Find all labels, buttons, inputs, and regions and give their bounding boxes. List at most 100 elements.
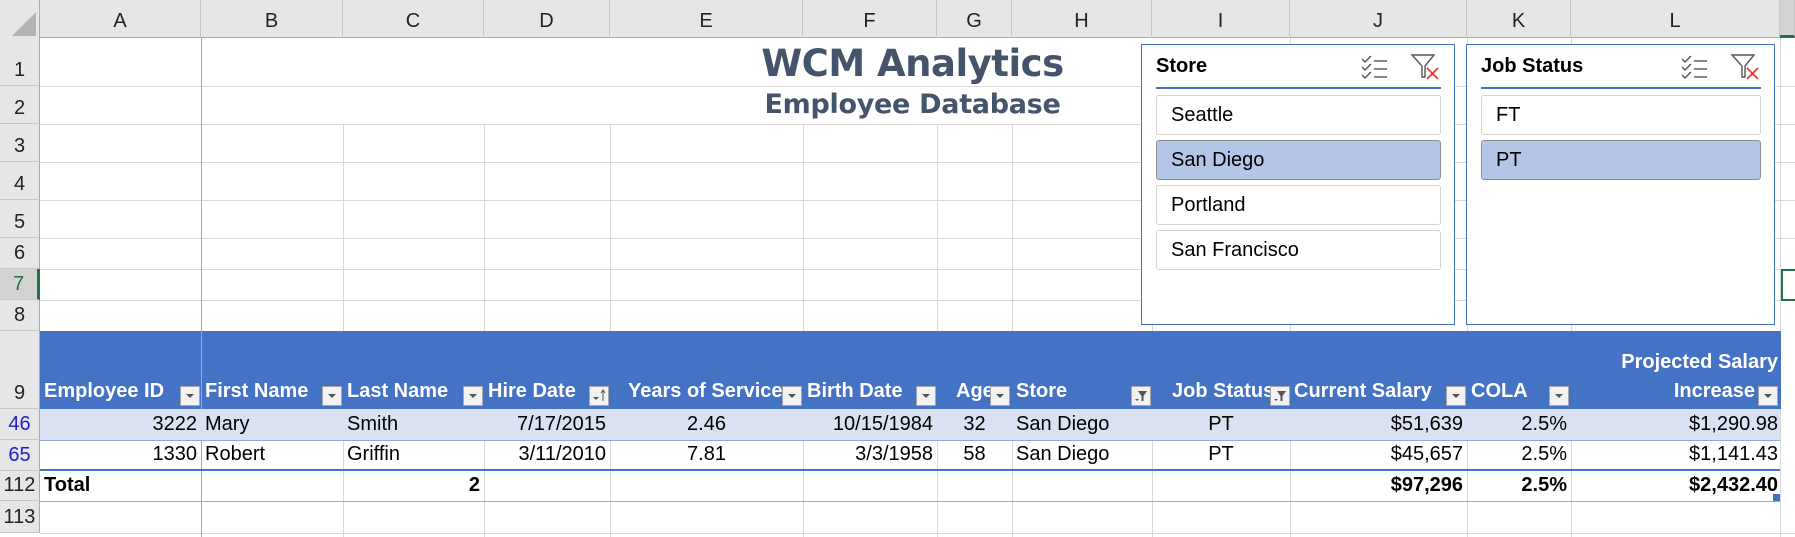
store-slicer-title: Store <box>1156 55 1208 77</box>
gridline <box>40 533 1795 534</box>
header-years-of-service: Years of Service <box>628 380 783 402</box>
filter-dropdown-cola[interactable] <box>1549 386 1569 406</box>
row-header-3[interactable]: 3 <box>0 124 40 162</box>
cell-hire-date[interactable]: 7/17/2015 <box>484 413 606 436</box>
cell-current-salary[interactable]: $45,657 <box>1290 443 1463 466</box>
row-header-65[interactable]: 65 <box>0 440 40 471</box>
row-header-46[interactable]: 46 <box>0 409 40 440</box>
slicer-item-portland[interactable]: Portland <box>1156 185 1441 225</box>
total-count[interactable]: 2 <box>343 474 480 497</box>
header-employee-id: Employee ID <box>44 380 165 402</box>
report-title: WCM Analytics <box>761 42 1064 85</box>
slicer-item-seattle[interactable]: Seattle <box>1156 95 1441 135</box>
slicer-item-pt[interactable]: PT <box>1481 140 1761 180</box>
column-header-a[interactable]: A <box>40 0 201 38</box>
column-header-b[interactable]: B <box>201 0 343 38</box>
filter-dropdown-employee-id[interactable] <box>180 386 200 406</box>
cell-projected-increase[interactable]: $1,141.43 <box>1571 443 1778 466</box>
active-cell-m7[interactable] <box>1781 269 1795 301</box>
row-header-7[interactable]: 7 <box>0 269 40 300</box>
row-divider <box>40 440 1780 441</box>
row-header-113[interactable]: 113 <box>0 501 40 533</box>
cell-birth-date[interactable]: 10/15/1984 <box>803 413 933 436</box>
cell-store[interactable]: San Diego <box>1016 413 1150 436</box>
column-header-k[interactable]: K <box>1467 0 1571 38</box>
column-header-e[interactable]: E <box>610 0 803 38</box>
row-header-8[interactable]: 8 <box>0 300 40 331</box>
header-job-status: Job Status <box>1172 380 1272 402</box>
row-header-9[interactable]: 9 <box>0 331 40 409</box>
filter-active-button-store[interactable] <box>1131 386 1151 406</box>
filter-dropdown-last-name[interactable] <box>463 386 483 406</box>
gridline <box>201 38 202 537</box>
job-status-slicer[interactable]: Job Status FT PT <box>1466 44 1775 325</box>
cell-store[interactable]: San Diego <box>1016 443 1150 466</box>
cell-last-name[interactable]: Smith <box>347 413 481 436</box>
cell-cola[interactable]: 2.5% <box>1467 413 1567 436</box>
total-current-salary[interactable]: $97,296 <box>1290 474 1463 497</box>
column-header-f[interactable]: F <box>803 0 937 38</box>
slicer-item-san-diego[interactable]: San Diego <box>1156 140 1441 180</box>
filter-dropdown-years-of-service[interactable] <box>782 386 802 406</box>
cell-age[interactable]: 58 <box>937 443 1012 466</box>
total-label[interactable]: Total <box>44 474 194 497</box>
column-header-d[interactable]: D <box>484 0 610 38</box>
header-store: Store <box>1016 380 1068 402</box>
total-projected-increase[interactable]: $2,432.40 <box>1571 474 1778 497</box>
multi-select-icon[interactable] <box>1360 54 1388 80</box>
row-header-2[interactable]: 2 <box>0 86 40 124</box>
cell-birth-date[interactable]: 3/3/1958 <box>803 443 933 466</box>
cell-years-of-service[interactable]: 2.46 <box>610 413 803 436</box>
cell-years-of-service[interactable]: 7.81 <box>610 443 803 466</box>
filter-dropdown-age[interactable] <box>990 386 1010 406</box>
row-divider <box>40 501 1780 502</box>
total-cola[interactable]: 2.5% <box>1467 474 1567 497</box>
cell-job-status[interactable]: PT <box>1152 413 1290 436</box>
table-resize-handle[interactable] <box>1773 494 1780 501</box>
column-header-g[interactable]: G <box>937 0 1012 38</box>
cell-projected-increase[interactable]: $1,290.98 <box>1571 413 1778 436</box>
multi-select-icon[interactable] <box>1680 54 1708 80</box>
column-header-j[interactable]: J <box>1290 0 1467 38</box>
header-birth-date: Birth Date <box>807 380 903 402</box>
slicer-item-ft[interactable]: FT <box>1481 95 1761 135</box>
report-subtitle: Employee Database <box>764 89 1061 120</box>
filter-dropdown-current-salary[interactable] <box>1446 386 1466 406</box>
row-header-5[interactable]: 5 <box>0 200 40 238</box>
sort-ascending-button-hire-date[interactable] <box>589 386 609 406</box>
slicer-header-rule <box>1156 87 1441 89</box>
slicer-item-san-francisco[interactable]: San Francisco <box>1156 230 1441 270</box>
row-header-112[interactable]: 112 <box>0 471 40 501</box>
cell-employee-id[interactable]: 3222 <box>40 413 198 436</box>
row-header-1[interactable]: 1 <box>0 38 40 86</box>
header-projected-salary-line1: Projected Salary <box>1621 351 1778 373</box>
cell-employee-id[interactable]: 1330 <box>40 443 198 466</box>
header-current-salary: Current Salary <box>1294 380 1432 402</box>
header-cola: COLA <box>1471 380 1528 402</box>
cell-cola[interactable]: 2.5% <box>1467 443 1567 466</box>
cell-current-salary[interactable]: $51,639 <box>1290 413 1463 436</box>
column-header-i[interactable]: I <box>1152 0 1290 38</box>
store-slicer[interactable]: Store Seattle San Diego Portland San Fra… <box>1141 44 1455 325</box>
filter-dropdown-first-name[interactable] <box>322 386 342 406</box>
row-header-4[interactable]: 4 <box>0 162 40 200</box>
header-hire-date: Hire Date <box>488 380 576 402</box>
header-first-name: First Name <box>205 380 309 402</box>
clear-filter-icon[interactable] <box>1410 53 1440 81</box>
cell-last-name[interactable]: Griffin <box>347 443 481 466</box>
column-header-c[interactable]: C <box>343 0 484 38</box>
cell-first-name[interactable]: Mary <box>205 413 339 436</box>
cell-job-status[interactable]: PT <box>1152 443 1290 466</box>
column-header-h[interactable]: H <box>1012 0 1152 38</box>
filter-dropdown-birth-date[interactable] <box>916 386 936 406</box>
clear-filter-icon[interactable] <box>1730 53 1760 81</box>
row-header-6[interactable]: 6 <box>0 238 40 269</box>
cell-hire-date[interactable]: 3/11/2010 <box>484 443 607 466</box>
column-header-l[interactable]: L <box>1571 0 1780 38</box>
job-status-slicer-title: Job Status <box>1481 55 1584 77</box>
filter-active-button-job-status[interactable] <box>1270 386 1290 406</box>
column-header-m[interactable] <box>1780 0 1795 38</box>
cell-age[interactable]: 32 <box>937 413 1012 436</box>
filter-dropdown-projected-salary-increase[interactable] <box>1758 386 1778 406</box>
cell-first-name[interactable]: Robert <box>205 443 339 466</box>
